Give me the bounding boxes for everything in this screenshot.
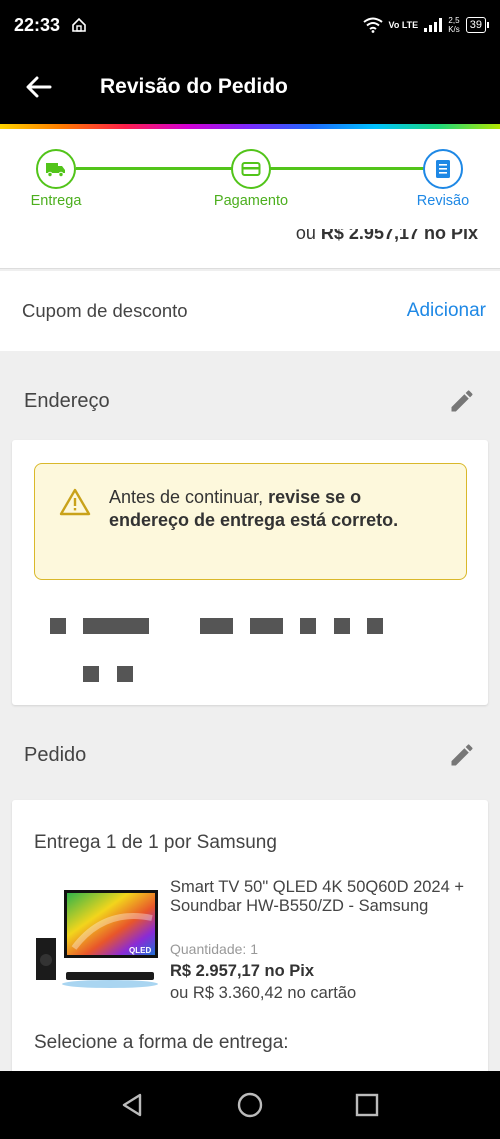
redacted-address-block (250, 618, 283, 634)
wifi-icon (362, 17, 383, 33)
price-summary-strip: ou R$ 2.957,17 no Pix (0, 229, 500, 269)
redacted-address-block (117, 666, 133, 682)
page-title: Revisão do Pedido (100, 75, 288, 98)
product-quantity: Quantidade: 1 (170, 941, 258, 957)
step-review[interactable] (423, 149, 463, 189)
home-icon (72, 17, 86, 32)
redacted-address-block (50, 618, 66, 634)
step-payment[interactable] (231, 149, 271, 189)
address-title: Endereço (24, 389, 110, 412)
product-name[interactable]: Smart TV 50" QLED 4K 50Q60D 2024 + Sound… (170, 878, 470, 916)
order-title: Pedido (24, 743, 87, 766)
coupon-label: Cupom de desconto (22, 300, 188, 321)
product-image-brand: QLED (129, 946, 151, 955)
battery-level: 39 (469, 19, 482, 31)
redacted-address-block (334, 618, 350, 634)
product-image[interactable]: QLED (34, 888, 160, 992)
back-triangle-icon[interactable] (118, 1090, 148, 1120)
price-prefix: ou (295, 229, 316, 243)
network-speed: 2,5 K/s (448, 16, 460, 34)
home-circle-icon[interactable] (235, 1090, 265, 1120)
step-label-payment: Pagamento (213, 193, 289, 209)
step-label-review: Revisão (416, 193, 470, 209)
step-delivery[interactable] (36, 149, 76, 189)
truck-icon (46, 163, 65, 178)
redacted-address-block (83, 618, 149, 634)
coupon-row: Cupom de desconto Adicionar (0, 271, 500, 351)
status-bar: 22:33 Vo LTE 2,5 K/s 39 (0, 0, 500, 50)
back-button[interactable] (0, 50, 78, 124)
warning-text-plain: Antes de continuar, (109, 487, 269, 507)
address-warning: Antes de continuar, revise se o endereço… (34, 463, 467, 580)
add-coupon-button[interactable]: Adicionar (407, 300, 486, 322)
stepper-line-1 (76, 167, 232, 170)
redacted-address-block (83, 666, 99, 682)
delivery-title: Entrega 1 de 1 por Samsung (34, 832, 277, 853)
status-time: 22:33 (14, 14, 61, 35)
checkout-stepper: Entrega Pagamento Revisão (0, 129, 500, 229)
product-price-pix: R$ 2.957,17 no Pix (170, 962, 314, 980)
order-section-header: Pedido (0, 725, 500, 785)
arrow-left-icon (26, 76, 52, 98)
document-icon (436, 160, 450, 178)
app-bar: Revisão do Pedido (0, 50, 500, 124)
pencil-icon[interactable] (448, 741, 476, 769)
redacted-address-block (200, 618, 233, 634)
signal-icon (424, 18, 443, 32)
system-nav-bar (0, 1071, 500, 1139)
price-pix-total: R$ 2.957,17 no Pix (320, 229, 478, 243)
speed-unit: K/s (448, 25, 460, 34)
quantity-label: Quantidade: (170, 941, 247, 957)
shipping-prompt: Selecione a forma de entrega: (34, 1032, 289, 1053)
recents-square-icon[interactable] (352, 1090, 382, 1120)
redacted-address-block (367, 618, 383, 634)
network-type: Vo LTE (388, 19, 419, 30)
product-price-card: ou R$ 3.360,42 no cartão (170, 984, 357, 1002)
step-label-delivery: Entrega (30, 193, 82, 209)
warning-triangle-icon (59, 488, 91, 516)
warning-text: Antes de continuar, revise se o endereço… (109, 486, 446, 579)
stepper-line-2 (270, 167, 424, 170)
battery-icon: 39 (465, 17, 490, 33)
speed-value: 2,5 (448, 16, 460, 25)
order-card: Entrega 1 de 1 por Samsung QLED Smart TV… (12, 800, 488, 1071)
quantity-value: 1 (250, 941, 258, 957)
address-section-header: Endereço (0, 371, 500, 431)
address-card: Antes de continuar, revise se o endereço… (12, 440, 488, 705)
price-summary: ou R$ 2.957,17 no Pix (296, 229, 478, 244)
credit-card-icon (241, 162, 261, 176)
pencil-icon[interactable] (448, 387, 476, 415)
redacted-address-block (300, 618, 316, 634)
